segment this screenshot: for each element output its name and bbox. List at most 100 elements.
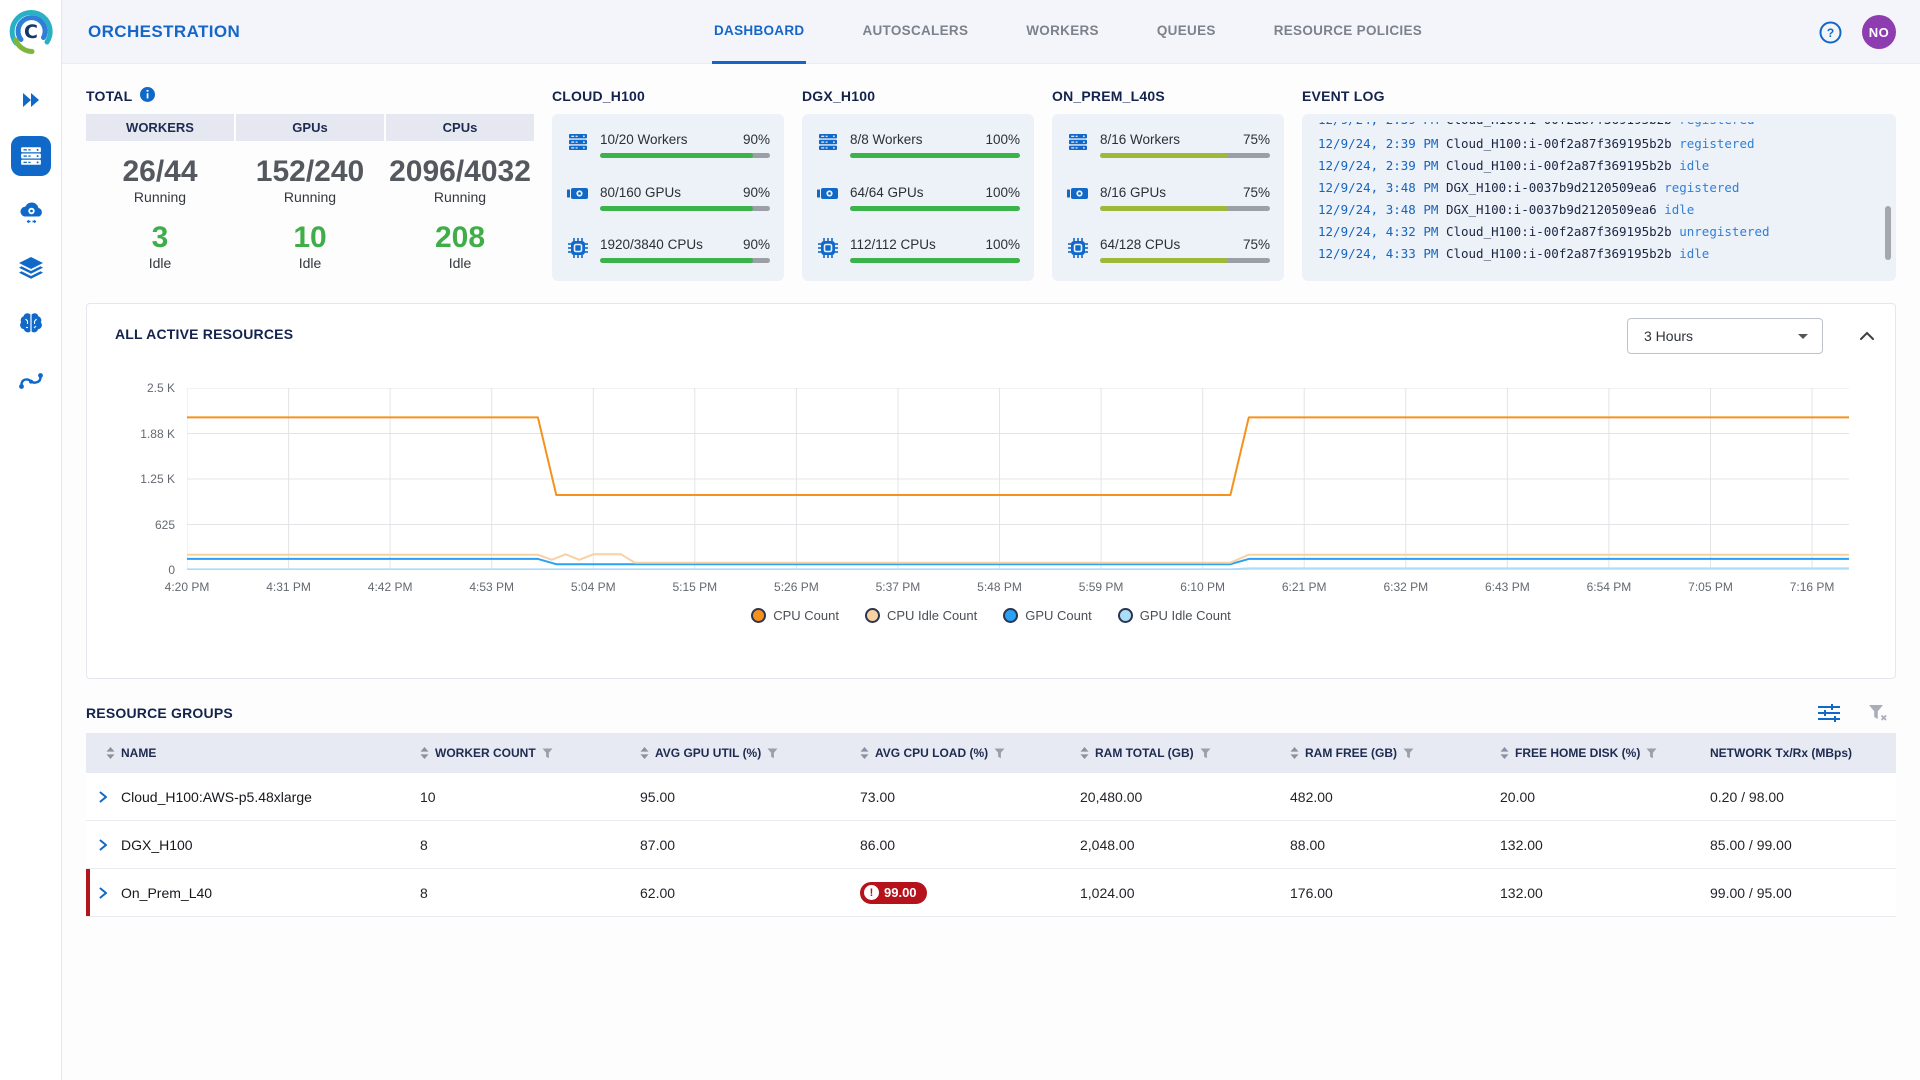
clear-filters-icon[interactable]: [1868, 705, 1888, 721]
sort-icon[interactable]: [640, 747, 649, 759]
log-source: Cloud_H100:i-00f2a87f369195b2b: [1446, 246, 1679, 261]
expand-row-icon[interactable]: [96, 886, 110, 900]
cluster-stat-row: 10/20 Workers90%: [566, 132, 770, 158]
progress-bar-fill: [600, 258, 753, 263]
avatar[interactable]: NO: [1862, 15, 1896, 49]
sidebar-item-layers-queues[interactable]: [11, 248, 51, 288]
tab-dashboard[interactable]: DASHBOARD: [712, 0, 806, 64]
row-name-cell: Cloud_H100:AWS-p5.48xlarge: [86, 773, 400, 820]
legend-color-dot: [865, 608, 880, 623]
table-row[interactable]: DGX_H100887.0086.002,048.0088.00132.0085…: [86, 821, 1896, 869]
log-timestamp: 12/9/24, 3:48 PM: [1318, 202, 1446, 217]
sidebar-item-expand-sidebar[interactable]: [11, 80, 51, 120]
main-content: TOTAL WORKERSGPUsCPUs26/44Running3Idle15…: [62, 64, 1920, 1080]
y-tick-label: 1.25 K: [113, 472, 175, 486]
progress-bar-fill: [850, 153, 1020, 158]
column-header-ram-total-gb-[interactable]: RAM TOTAL (GB): [1060, 733, 1270, 773]
app-logo-icon[interactable]: C: [8, 8, 54, 54]
filter-icon[interactable]: [542, 748, 553, 759]
idle-value: 208: [386, 221, 534, 255]
sidebar-item-brain-workloads[interactable]: [11, 304, 51, 344]
sort-icon[interactable]: [106, 747, 115, 759]
legend-item-cpu-count[interactable]: CPU Count: [751, 608, 839, 623]
stat-percent: 75%: [1243, 185, 1270, 200]
workers-icon: [568, 133, 588, 151]
column-header-label: AVG CPU LOAD (%): [875, 746, 988, 760]
sidebar-item-cloud-autoscaler[interactable]: [11, 192, 51, 232]
column-header-avg-gpu-util-[interactable]: AVG GPU UTIL (%): [620, 733, 840, 773]
column-header-worker-count[interactable]: WORKER COUNT: [400, 733, 620, 773]
sort-icon[interactable]: [1290, 747, 1299, 759]
legend-item-gpu-count[interactable]: GPU Count: [1003, 608, 1091, 623]
tab-workers[interactable]: WORKERS: [1024, 0, 1101, 64]
total-column-header: CPUs: [386, 114, 534, 141]
resource-group-name: DGX_H100: [121, 837, 193, 853]
legend-item-gpu-idle-count[interactable]: GPU Idle Count: [1118, 608, 1231, 623]
total-heading-label: TOTAL: [86, 88, 132, 104]
sort-icon[interactable]: [860, 747, 869, 759]
column-header-name[interactable]: NAME: [86, 733, 400, 773]
log-status: registered: [1664, 180, 1739, 195]
cluster-stat-row: 64/64 GPUs100%: [816, 185, 1020, 211]
time-range-value: 3 Hours: [1644, 328, 1693, 344]
active-resources-card: ALL ACTIVE RESOURCES 3 Hours CPU Count CP…: [86, 303, 1896, 679]
event-log-panel: EVENT LOG 12/9/24, 2:39 PM Cloud_H100:i-…: [1302, 86, 1896, 281]
sort-icon[interactable]: [420, 747, 429, 759]
main-tabs: DASHBOARD AUTOSCALERS WORKERS QUEUES RESOURC…: [712, 0, 1424, 64]
filter-icon[interactable]: [1200, 748, 1211, 759]
cluster-heading: CLOUD_H100: [552, 86, 784, 106]
gpu-icon: [567, 186, 589, 201]
layers-queues-icon: [19, 257, 43, 279]
chart-title: ALL ACTIVE RESOURCES: [115, 326, 293, 342]
expand-row-icon[interactable]: [96, 790, 110, 804]
filter-icon[interactable]: [1403, 748, 1414, 759]
table-row[interactable]: On_Prem_L40862.00!99.001,024.00176.00132…: [86, 869, 1896, 917]
log-entry: 12/9/24, 3:48 PM DGX_H100:i-0037b9d21205…: [1318, 199, 1878, 221]
scrollbar-thumb[interactable]: [1885, 206, 1891, 260]
column-header-free-home-disk-[interactable]: FREE HOME DISK (%): [1480, 733, 1690, 773]
filter-icon[interactable]: [1646, 748, 1657, 759]
x-tick-label: 6:43 PM: [1470, 580, 1544, 594]
stat-percent: 90%: [743, 185, 770, 200]
sort-icon[interactable]: [1080, 747, 1089, 759]
legend-label: GPU Idle Count: [1140, 608, 1231, 623]
legend-item-cpu-idle-count[interactable]: CPU Idle Count: [865, 608, 977, 623]
expand-row-icon[interactable]: [96, 838, 110, 852]
progress-bar-fill: [850, 206, 1020, 211]
running-value: 26/44: [86, 155, 234, 189]
tab-resource-policies[interactable]: RESOURCE POLICIES: [1272, 0, 1424, 64]
tab-queues[interactable]: QUEUES: [1155, 0, 1218, 64]
ram-total-cell: 2,048.00: [1060, 821, 1270, 868]
log-entry: 12/9/24, 4:32 PM Cloud_H100:i-00f2a87f36…: [1318, 221, 1878, 243]
column-settings-icon[interactable]: [1818, 704, 1840, 722]
time-range-select[interactable]: 3 Hours: [1627, 318, 1823, 354]
collapse-chevron-icon[interactable]: [1859, 328, 1875, 346]
log-status: idle: [1664, 202, 1694, 217]
legend-label: CPU Count: [773, 608, 839, 623]
table-row[interactable]: Cloud_H100:AWS-p5.48xlarge1095.0073.0020…: [86, 773, 1896, 821]
resource-groups-heading: RESOURCE GROUPS: [86, 703, 233, 723]
log-timestamp: 12/9/24, 2:39 PM: [1318, 158, 1446, 173]
log-source: Cloud_H100:i-00f2a87f369195b2b: [1446, 224, 1679, 239]
tab-autoscalers[interactable]: AUTOSCALERS: [860, 0, 970, 64]
idle-value: 10: [236, 221, 384, 255]
log-status: idle: [1679, 158, 1709, 173]
legend-label: GPU Count: [1025, 608, 1091, 623]
resource-groups-table: NAMEWORKER COUNTAVG GPU UTIL (%) AVG CPU …: [86, 733, 1896, 917]
stat-percent: 90%: [743, 132, 770, 147]
column-header-network-tx-rx-mbps-[interactable]: NETWORK Tx/Rx (MBps): [1690, 733, 1896, 773]
filter-icon[interactable]: [994, 748, 1005, 759]
sort-icon[interactable]: [1500, 747, 1509, 759]
info-icon[interactable]: [140, 87, 155, 105]
log-entry-clipped: 12/9/24, 2:39 PM Cloud_H100:i-00f2a87f36…: [1318, 122, 1878, 133]
column-header-avg-cpu-load-[interactable]: AVG CPU LOAD (%): [840, 733, 1060, 773]
sidebar-item-dashboard-servers[interactable]: [11, 136, 51, 176]
column-header-ram-free-gb-[interactable]: RAM FREE (GB): [1270, 733, 1480, 773]
help-icon[interactable]: ?: [1819, 21, 1842, 49]
log-timestamp: 12/9/24, 4:33 PM: [1318, 246, 1446, 261]
ram-free-cell: 482.00: [1270, 773, 1480, 820]
sidebar-item-workflow-pipelines[interactable]: [11, 360, 51, 400]
running-value: 152/240: [236, 155, 384, 189]
summary-row: TOTAL WORKERSGPUsCPUs26/44Running3Idle15…: [86, 86, 1896, 281]
filter-icon[interactable]: [767, 748, 778, 759]
